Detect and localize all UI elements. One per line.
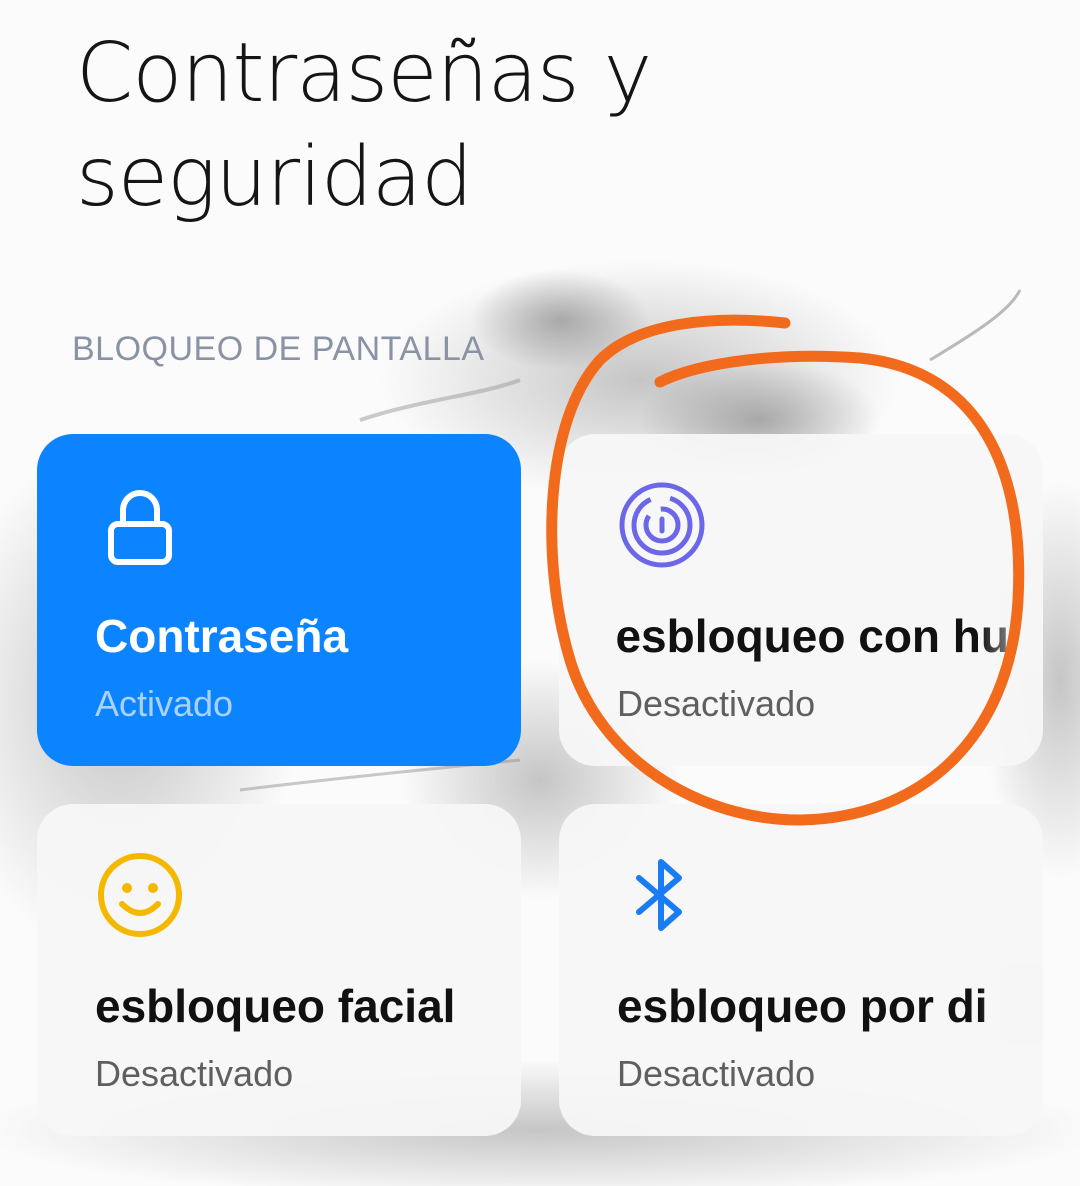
fingerprint-unlock-status: Desactivado bbox=[617, 683, 816, 724]
face-unlock-card[interactable]: esbloqueo facial Desactivado bbox=[37, 804, 521, 1136]
page-title-line-1: Contraseñas y bbox=[76, 26, 652, 121]
fingerprint-icon bbox=[619, 482, 705, 568]
password-card[interactable]: Contraseña Activado bbox=[37, 434, 521, 766]
lock-icon bbox=[108, 490, 172, 565]
face-unlock-label: esbloqueo facial bbox=[95, 980, 456, 1032]
label-fade bbox=[979, 964, 1043, 1044]
fingerprint-unlock-label: esbloqueo con hu bbox=[617, 610, 1009, 662]
bluetooth-icon bbox=[636, 859, 682, 931]
face-icon bbox=[98, 853, 182, 937]
device-unlock-status: Desactivado bbox=[617, 1053, 816, 1094]
face-unlock-status: Desactivado bbox=[95, 1053, 294, 1094]
page-title: Contraseñas y seguridad bbox=[76, 22, 976, 230]
fingerprint-unlock-card[interactable]: esbloqueo con hu Desactivado bbox=[559, 434, 1043, 766]
device-unlock-label: esbloqueo por di bbox=[617, 980, 988, 1032]
device-unlock-card[interactable]: esbloqueo por di Desactivado bbox=[559, 804, 1043, 1136]
page-title-line-2: seguridad bbox=[76, 130, 473, 225]
section-header: BLOQUEO DE PANTALLA bbox=[72, 330, 485, 368]
password-card-label: Contraseña bbox=[95, 610, 349, 662]
settings-page: Contraseñas y seguridad BLOQUEO DE PANTA… bbox=[0, 0, 1080, 1186]
label-fade bbox=[979, 594, 1043, 674]
password-card-status: Activado bbox=[95, 683, 234, 724]
